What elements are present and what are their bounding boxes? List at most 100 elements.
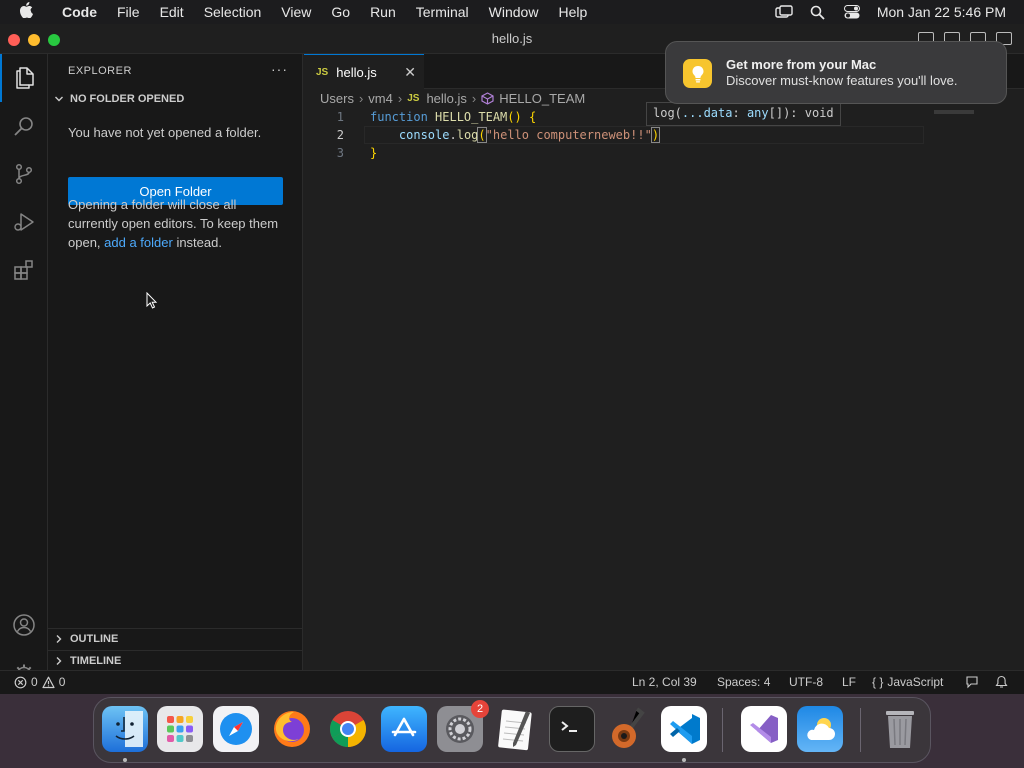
chevron-down-icon (55, 96, 63, 102)
trash-icon[interactable] (877, 706, 923, 752)
indentation-status[interactable]: Spaces: 4 (717, 675, 770, 689)
tab-label: hello.js (336, 64, 377, 80)
safari-icon[interactable] (213, 706, 259, 752)
brace-close: } (370, 146, 378, 160)
outline-section[interactable]: OUTLINE (48, 628, 303, 650)
launchpad-icon[interactable] (157, 706, 203, 752)
menubar-clock[interactable]: Mon Jan 22 5:46 PM (869, 4, 1006, 20)
screen-mirroring-icon[interactable] (767, 5, 801, 19)
lightbulb-icon (683, 59, 712, 88)
code-line: 3 } (304, 144, 1024, 162)
timeline-section[interactable]: TIMELINE (48, 650, 303, 672)
spotlight-search-icon[interactable] (801, 5, 835, 20)
menu-edit[interactable]: Edit (150, 4, 194, 20)
cursor-position[interactable]: Ln 2, Col 39 (632, 675, 697, 689)
no-folder-message: You have not yet opened a folder. (68, 125, 262, 140)
menu-view[interactable]: View (271, 4, 321, 20)
no-folder-section-header[interactable]: NO FOLDER OPENED (54, 93, 184, 105)
hint-prefix: log( (653, 106, 682, 120)
system-notification[interactable]: Get more from your Mac Discover must-kno… (665, 41, 1007, 104)
system-settings-icon[interactable]: 2 (437, 700, 489, 752)
feedback-icon[interactable] (965, 675, 979, 689)
language-mode[interactable]: { } JavaScript (872, 675, 943, 689)
close-tab-icon[interactable]: ✕ (404, 64, 416, 81)
eol-status[interactable]: LF (842, 675, 856, 689)
outline-header: OUTLINE (54, 633, 118, 645)
menu-window[interactable]: Window (479, 4, 549, 20)
braces-icon: { } (872, 675, 884, 689)
menu-go[interactable]: Go (321, 4, 360, 20)
add-folder-link[interactable]: add a folder (104, 235, 173, 250)
chevron-right-icon (56, 657, 62, 665)
error-count: 0 (31, 675, 38, 689)
string-literal: "hello computerneweb!!" (485, 128, 652, 142)
app-store-icon[interactable] (381, 706, 427, 752)
terminal-icon[interactable] (549, 706, 595, 752)
apple-icon[interactable] (0, 1, 52, 23)
garageband-icon[interactable] (605, 706, 651, 752)
dock: 2 (93, 697, 931, 763)
tab-hello-js[interactable]: JS hello.js ✕ (304, 54, 424, 89)
search-icon[interactable] (0, 102, 48, 150)
menu-run[interactable]: Run (360, 4, 406, 20)
control-center-icon[interactable] (835, 5, 869, 19)
sidebar-title: EXPLORER (68, 65, 132, 77)
problems-status[interactable]: 0 0 (14, 675, 65, 689)
mouse-pointer-icon (146, 291, 158, 314)
source-control-icon[interactable] (0, 150, 48, 198)
parameter-hint-tooltip: log(...data: any[]): void (646, 102, 841, 126)
params: () (507, 110, 522, 124)
right-paren: ) (650, 127, 661, 143)
explorer-icon[interactable] (0, 54, 48, 102)
line-number: 1 (336, 110, 344, 124)
finder-icon[interactable] (102, 706, 148, 752)
extensions-icon[interactable] (0, 246, 48, 294)
keyword: function (370, 110, 428, 124)
language-label: JavaScript (887, 675, 944, 689)
chevron-right-icon (56, 635, 62, 643)
javascript-file-icon: JS (407, 93, 420, 104)
notifications-bell-icon[interactable] (995, 675, 1008, 689)
menu-terminal[interactable]: Terminal (406, 4, 479, 20)
weather-icon[interactable] (797, 706, 843, 752)
warning-icon (42, 676, 55, 688)
breadcrumb-symbol[interactable]: HELLO_TEAM (499, 91, 585, 106)
menu-file[interactable]: File (107, 4, 150, 20)
function-name: HELLO_TEAM (435, 110, 508, 124)
menu-selection[interactable]: Selection (194, 4, 272, 20)
running-indicator (682, 758, 686, 762)
breadcrumb-file[interactable]: hello.js (426, 91, 466, 106)
notification-body: Discover must-know features you'll love. (726, 73, 958, 88)
breadcrumb-users[interactable]: Users (320, 91, 354, 106)
firefox-icon[interactable] (269, 706, 315, 752)
textedit-icon[interactable] (493, 706, 539, 752)
warning-count: 0 (58, 675, 66, 689)
more-actions-icon[interactable]: ··· (271, 61, 288, 77)
dock-separator (722, 708, 723, 752)
hint-colon: : (732, 106, 747, 120)
breadcrumb-vm4[interactable]: vm4 (368, 91, 393, 106)
info-text-suffix: instead. (172, 235, 222, 250)
vscode-icon[interactable] (661, 706, 707, 752)
menu-help[interactable]: Help (548, 4, 597, 20)
running-indicator (123, 758, 127, 762)
error-icon (14, 676, 27, 688)
encoding-status[interactable]: UTF-8 (789, 675, 823, 689)
timeline-title: TIMELINE (70, 655, 122, 667)
visual-studio-icon[interactable] (741, 706, 787, 752)
hint-suffix: []): void (768, 106, 834, 120)
chrome-icon[interactable] (325, 706, 371, 752)
menu-app-name[interactable]: Code (52, 4, 107, 20)
explorer-sidebar: EXPLORER ··· NO FOLDER OPENED You have n… (48, 54, 303, 670)
status-bar: 0 0 Ln 2, Col 39 Spaces: 4 UTF-8 LF { } … (0, 670, 1024, 694)
left-paren: ( (477, 127, 487, 143)
timeline-header: TIMELINE (54, 655, 121, 667)
chevron-right-icon: › (358, 91, 364, 106)
notification-title: Get more from your Mac (726, 57, 877, 72)
line-number: 3 (336, 146, 344, 160)
javascript-file-icon: JS (316, 66, 329, 78)
log-method: log (456, 128, 479, 142)
minimap[interactable] (934, 110, 974, 114)
accounts-icon[interactable] (0, 601, 48, 649)
run-and-debug-icon[interactable] (0, 198, 48, 246)
